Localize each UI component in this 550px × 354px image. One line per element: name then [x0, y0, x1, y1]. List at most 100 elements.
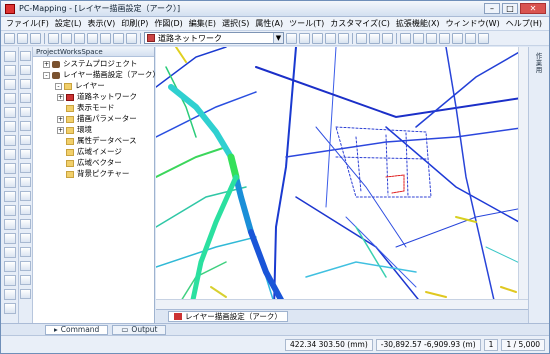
minimize-button[interactable]: –: [484, 3, 500, 14]
rotate-tool-icon[interactable]: [4, 233, 16, 244]
tree-item-background-picture[interactable]: 背景ピクチャー: [66, 169, 129, 179]
scale-icon[interactable]: [20, 191, 31, 201]
pointer-tool-icon[interactable]: [4, 51, 16, 62]
map-horizontal-scrollbar[interactable]: [156, 299, 528, 309]
label-icon[interactable]: [20, 261, 31, 271]
maximize-button[interactable]: □: [502, 3, 518, 14]
trim-icon[interactable]: [20, 121, 31, 131]
snap-tool-icon[interactable]: [4, 289, 16, 300]
info-tool-icon[interactable]: [4, 303, 16, 314]
add-vertex-icon[interactable]: [20, 65, 31, 75]
group-icon[interactable]: [20, 219, 31, 229]
redo-icon[interactable]: [100, 32, 111, 44]
window-cascade-icon[interactable]: [413, 32, 424, 44]
menu-edit[interactable]: 編集(E): [186, 18, 219, 29]
menu-extensions[interactable]: 拡張機能(X): [393, 18, 443, 29]
tab-layer-setting-arc[interactable]: レイヤー描画設定（アーク）: [168, 310, 288, 322]
tree-item-layer[interactable]: - レイヤー: [55, 81, 105, 91]
menu-file[interactable]: ファイル(F): [3, 18, 52, 29]
tree-item-environment[interactable]: + 環境: [57, 125, 92, 135]
menu-customize[interactable]: カスタマイズ(C): [327, 18, 393, 29]
zoom-in-tool-icon[interactable]: [4, 93, 16, 104]
menu-window[interactable]: ウィンドウ(W): [443, 18, 503, 29]
circle-tool-icon[interactable]: [4, 177, 16, 188]
layer-icon[interactable]: [20, 289, 31, 299]
tree-item-draw-parameter[interactable]: + 描画パラメーター: [57, 114, 137, 124]
layer-lock-icon[interactable]: [338, 32, 349, 44]
tree-item-road-network[interactable]: + 道路ネットワーク: [57, 92, 137, 102]
tree-item-display-mode[interactable]: 表示モード: [66, 103, 115, 113]
ungroup-icon[interactable]: [20, 233, 31, 243]
tree-item-system-project[interactable]: + システムプロジェクト: [43, 59, 137, 69]
paste-icon[interactable]: [74, 32, 85, 44]
polyline-tool-icon[interactable]: [4, 149, 16, 160]
layer-select[interactable]: 道路ネットワーク ▼: [144, 32, 284, 44]
print-icon[interactable]: [113, 32, 124, 44]
tree-item-wide-image[interactable]: 広域イメージ: [66, 147, 122, 157]
menu-tools[interactable]: ツール(T): [286, 18, 327, 29]
undo-icon[interactable]: [87, 32, 98, 44]
tree-item-attribute-db[interactable]: 属性データベース: [66, 136, 137, 146]
symbol-icon[interactable]: [20, 247, 31, 257]
status-bar: 422.34 303.50 (mm) -30,892.57 -6,909.93 …: [1, 335, 549, 353]
map-canvas[interactable]: [156, 47, 528, 309]
line-tool-icon[interactable]: [4, 135, 16, 146]
menu-help[interactable]: ヘルプ(H): [503, 18, 545, 29]
menu-settings[interactable]: 設定(L): [52, 18, 85, 29]
new-file-icon[interactable]: [4, 32, 15, 44]
polygon-tool-icon[interactable]: [4, 163, 16, 174]
chevron-down-icon[interactable]: ▼: [273, 33, 283, 43]
window-list-icon[interactable]: [426, 32, 437, 44]
attribute-icon[interactable]: [356, 32, 367, 44]
offset-icon[interactable]: [20, 149, 31, 159]
open-file-icon[interactable]: [17, 32, 28, 44]
menu-view[interactable]: 表示(V): [85, 18, 119, 29]
menu-select[interactable]: 選択(S): [219, 18, 252, 29]
search-icon[interactable]: [382, 32, 393, 44]
pan-tool-icon[interactable]: [4, 79, 16, 90]
merge-icon[interactable]: [20, 107, 31, 117]
layer-up-icon[interactable]: [299, 32, 310, 44]
hatch-icon[interactable]: [20, 275, 31, 285]
zoom-icon[interactable]: [126, 32, 137, 44]
point-tool-icon[interactable]: [4, 205, 16, 216]
measure-tool-icon[interactable]: [4, 219, 16, 230]
help-icon[interactable]: [478, 32, 489, 44]
tab-output[interactable]: ▭ Output: [112, 324, 167, 335]
text-tool-icon[interactable]: [4, 191, 16, 202]
mirror-icon[interactable]: [20, 177, 31, 187]
menu-draw[interactable]: 作図(D): [151, 18, 185, 29]
close-button[interactable]: ✕: [520, 3, 546, 14]
fillet-icon[interactable]: [20, 163, 31, 173]
layer-settings-icon[interactable]: [286, 32, 297, 44]
delete-tool-icon[interactable]: [4, 275, 16, 286]
work-panel-tab[interactable]: 作業用: [533, 53, 545, 74]
panel-toggle-icon[interactable]: [439, 32, 450, 44]
menu-attribute[interactable]: 属性(A): [252, 18, 286, 29]
layer-down-icon[interactable]: [312, 32, 323, 44]
rect-tool-icon[interactable]: [4, 121, 16, 132]
grid-icon[interactable]: [452, 32, 463, 44]
road-network-map[interactable]: [156, 47, 528, 309]
align-icon[interactable]: [20, 205, 31, 215]
menu-print[interactable]: 印刷(P): [118, 18, 151, 29]
extend-icon[interactable]: [20, 135, 31, 145]
table-icon[interactable]: [369, 32, 380, 44]
move-tool-icon[interactable]: [4, 247, 16, 258]
tree-item-layer-setting-arc[interactable]: - レイヤー描画設定（アーク）: [43, 70, 160, 80]
copy-icon[interactable]: [61, 32, 72, 44]
zoom-out-tool-icon[interactable]: [4, 107, 16, 118]
delete-vertex-icon[interactable]: [20, 79, 31, 89]
cut-icon[interactable]: [48, 32, 59, 44]
window-tile-icon[interactable]: [400, 32, 411, 44]
copy-tool-icon[interactable]: [4, 261, 16, 272]
tree-item-wide-vector[interactable]: 広域ベクター: [66, 158, 122, 168]
tab-command[interactable]: ▸ Command: [45, 324, 109, 335]
split-icon[interactable]: [20, 93, 31, 103]
map-vertical-scrollbar[interactable]: [518, 47, 528, 299]
info-icon[interactable]: [465, 32, 476, 44]
layer-visible-icon[interactable]: [325, 32, 336, 44]
save-icon[interactable]: [30, 32, 41, 44]
edit-vertex-icon[interactable]: [20, 51, 31, 61]
select-tool-icon[interactable]: [4, 65, 16, 76]
